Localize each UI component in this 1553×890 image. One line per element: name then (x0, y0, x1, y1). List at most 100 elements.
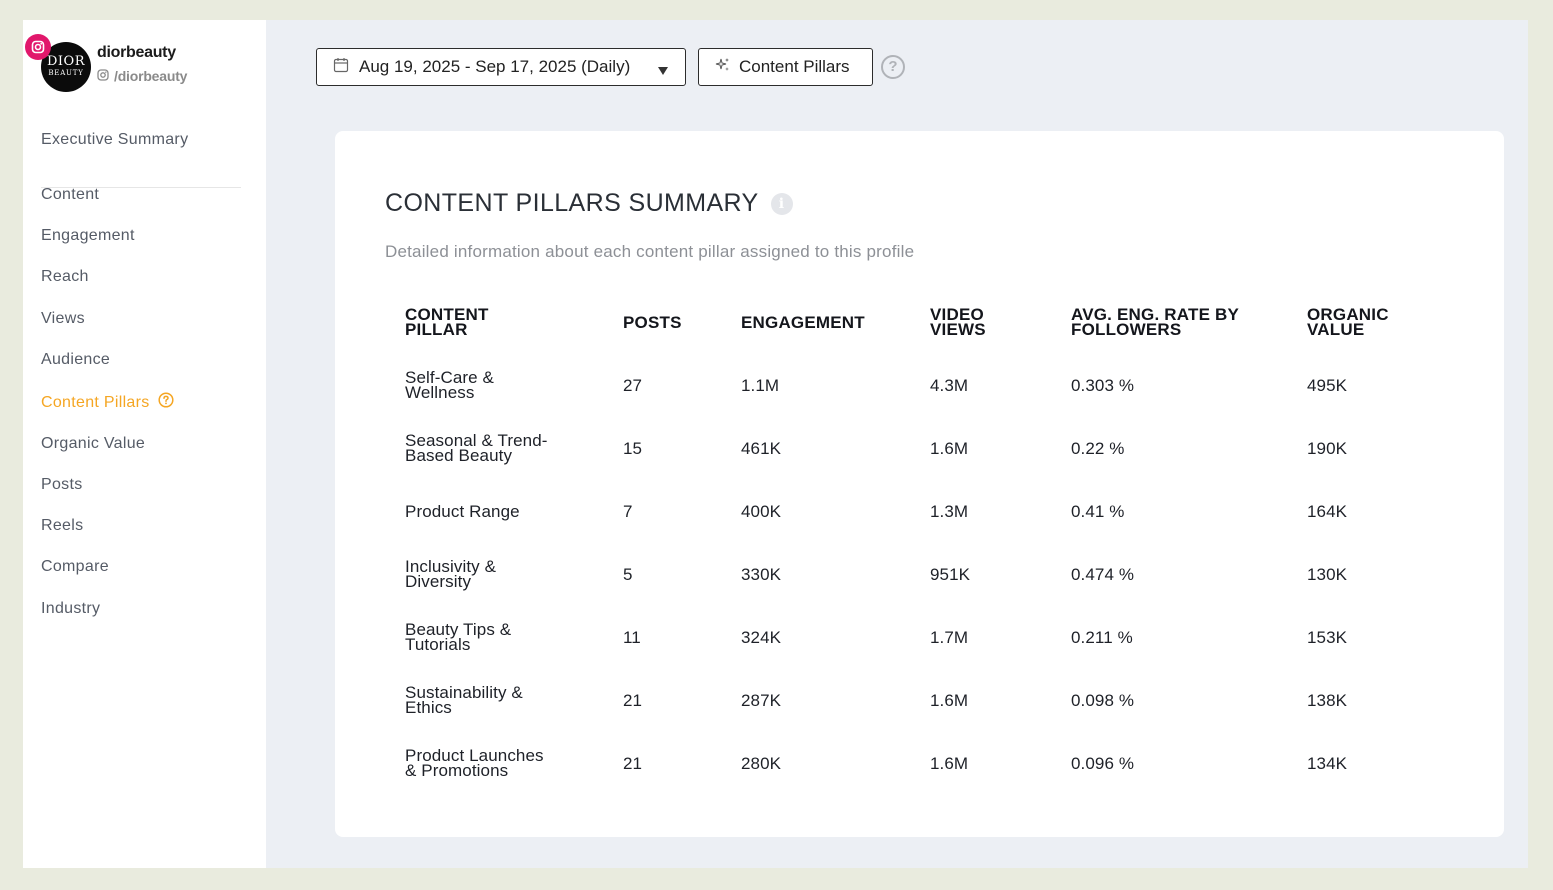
cell-engagement: 280K (741, 754, 782, 773)
header-avg-eng-rate: AVG. ENG. RATE BY FOLLOWERS (1071, 306, 1239, 339)
card-subtitle: Detailed information about each content … (385, 242, 915, 261)
cell-organic-value: 138K (1307, 691, 1348, 710)
sidebar-item-label: Content (41, 186, 100, 203)
sidebar-item-audience[interactable]: Audience (41, 351, 110, 369)
content-pillars-button[interactable]: Content Pillars (698, 48, 873, 86)
sidebar-item-label: Engagement (41, 227, 135, 244)
sidebar-item-executive-summary[interactable]: Executive Summary (41, 131, 188, 149)
cell-video-views: 1.6M (930, 754, 969, 773)
cell-engagement: 461K (741, 439, 782, 458)
cell-avg-rate: 0.22 % (1071, 439, 1125, 458)
sidebar-item-engagement[interactable]: Engagement (41, 227, 135, 245)
profile-header[interactable]: DIOR BEAUTY diorbeauty /diorbeauty (25, 34, 261, 94)
cell-pillar: Self-Care & Wellness (405, 368, 494, 402)
cell-avg-rate: 0.41 % (1071, 502, 1125, 521)
sidebar-item-label: Views (41, 310, 85, 327)
header-line: ENGAGEMENT (741, 313, 865, 332)
header-line: POSTS (623, 313, 682, 332)
instagram-small-icon (97, 68, 109, 84)
cell-pillar: Product Launches & Promotions (405, 746, 544, 780)
help-circle-icon[interactable] (157, 392, 174, 413)
sidebar-item-compare[interactable]: Compare (41, 558, 109, 576)
table-row[interactable]: Self-Care & Wellness 27 1.1M 4.3M 0.303 %… (335, 368, 1504, 430)
cell-engagement: 330K (741, 565, 782, 584)
sidebar-item-label: Reels (41, 517, 84, 534)
cell-pillar: Inclusivity & Diversity (405, 557, 497, 591)
sidebar-item-content-pillars[interactable]: Content Pillars (41, 392, 174, 413)
cell-video-views: 1.6M (930, 439, 969, 458)
profile-name: diorbeauty (97, 44, 176, 61)
window-frame: DIOR BEAUTY diorbeauty /diorbeauty Execu… (0, 0, 1553, 890)
cell-pillar: Sustainability & Ethics (405, 683, 523, 717)
cell-organic-value: 153K (1307, 628, 1348, 647)
sidebar-item-content[interactable]: Content (41, 186, 99, 204)
sidebar-item-label: Reach (41, 268, 89, 285)
cell-organic-value: 190K (1307, 439, 1348, 458)
header-line: PILLAR (405, 320, 468, 339)
cell-pillar: Beauty Tips & Tutorials (405, 620, 512, 654)
cell-video-views: 951K (930, 565, 971, 584)
card-title-text: CONTENT PILLARS SUMMARY (385, 189, 759, 217)
cell-avg-rate: 0.474 % (1071, 565, 1135, 584)
cell-pillar: Product Range (405, 502, 520, 521)
cell-avg-rate: 0.211 % (1071, 628, 1133, 647)
cell-posts: 21 (623, 754, 643, 773)
cell-video-views: 1.3M (930, 502, 969, 521)
info-icon[interactable]: i (770, 192, 793, 215)
table-row[interactable]: Seasonal & Trend- Based Beauty 15 461K 1.… (335, 431, 1504, 493)
date-range-label: Aug 19, 2025 - Sep 17, 2025 (Daily) (359, 57, 631, 76)
header-line: FOLLOWERS (1071, 320, 1182, 339)
cell-engagement: 324K (741, 628, 782, 647)
cell-posts: 27 (623, 376, 643, 395)
cell-avg-rate: 0.098 % (1071, 691, 1135, 710)
sidebar: DIOR BEAUTY diorbeauty /diorbeauty Execu… (23, 20, 266, 868)
profile-handle[interactable]: /diorbeauty (97, 68, 187, 84)
table-row[interactable]: Inclusivity & Diversity 5 330K 951K 0.474… (335, 557, 1504, 619)
sidebar-item-label: Organic Value (41, 435, 146, 452)
sidebar-item-label: Audience (41, 351, 111, 368)
content-pillars-card: CONTENT PILLARS SUMMARY i Detailed infor… (335, 131, 1504, 837)
table-row[interactable]: Beauty Tips & Tutorials 11 324K 1.7M 0.21… (335, 620, 1504, 682)
avatar-logo-line1: DIOR (46, 54, 85, 69)
caret-down-icon (657, 61, 669, 81)
cell-organic-value: 495K (1307, 376, 1348, 395)
table-row[interactable]: Product Launches & Promotions 21 280K 1.6… (335, 746, 1504, 808)
sidebar-item-label: Compare (41, 558, 109, 575)
sidebar-item-label: Content Pillars (41, 393, 150, 411)
header-line: VALUE (1307, 320, 1365, 339)
content-pillars-label: Content Pillars (739, 57, 850, 76)
header-line: VIEWS (930, 320, 986, 339)
cell-video-views: 4.3M (930, 376, 969, 395)
cell-engagement: 1.1M (741, 376, 780, 395)
sidebar-item-industry[interactable]: Industry (41, 600, 100, 618)
cell-posts: 7 (623, 502, 633, 521)
avatar[interactable]: DIOR BEAUTY (25, 34, 91, 92)
instagram-icon (25, 34, 51, 60)
sidebar-item-label: Executive Summary (41, 131, 189, 148)
cell-video-views: 1.6M (930, 691, 969, 710)
cell-posts: 21 (623, 691, 643, 710)
sidebar-item-reach[interactable]: Reach (41, 268, 89, 286)
header-posts: POSTS (623, 313, 682, 332)
sidebar-item-label: Industry (41, 600, 101, 617)
header-engagement: ENGAGEMENT (741, 313, 865, 332)
cell-engagement: 400K (741, 502, 782, 521)
sidebar-item-organic-value[interactable]: Organic Value (41, 435, 145, 453)
table-row[interactable]: Product Range 7 400K 1.3M 0.41 % 164K (335, 502, 1504, 564)
sidebar-item-posts[interactable]: Posts (41, 476, 83, 494)
cell-pillar: Seasonal & Trend- Based Beauty (405, 431, 548, 465)
cell-organic-value: 134K (1307, 754, 1348, 773)
sidebar-item-views[interactable]: Views (41, 310, 85, 328)
sidebar-item-label: Posts (41, 476, 83, 493)
cell-posts: 15 (623, 439, 643, 458)
cell-posts: 11 (623, 628, 641, 647)
cell-avg-rate: 0.303 % (1071, 376, 1135, 395)
table-row[interactable]: Sustainability & Ethics 21 287K 1.6M 0.09… (335, 683, 1504, 745)
help-icon[interactable]: ? (881, 55, 905, 79)
sidebar-item-reels[interactable]: Reels (41, 517, 83, 535)
calendar-icon (333, 57, 349, 78)
date-range-picker[interactable]: Aug 19, 2025 - Sep 17, 2025 (Daily) (316, 48, 686, 86)
card-title: CONTENT PILLARS SUMMARY i (385, 189, 793, 218)
profile-handle-text: /diorbeauty (114, 68, 188, 84)
header-organic-value: ORGANIC VALUE (1307, 306, 1389, 339)
